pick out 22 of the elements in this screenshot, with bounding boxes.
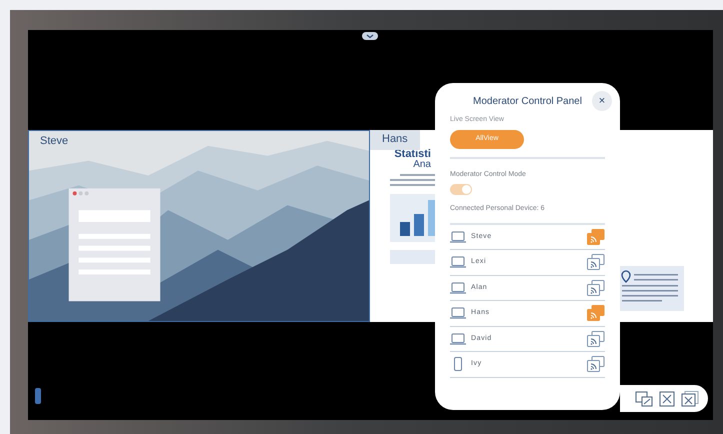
close-button[interactable]: × (592, 91, 612, 111)
chevron-down-icon[interactable] (362, 32, 378, 40)
laptop-icon (450, 307, 466, 320)
laptop-icon (450, 256, 466, 268)
cast-icon[interactable] (587, 254, 605, 270)
document-title: Statisti (394, 149, 431, 160)
laptop-icon (450, 332, 466, 345)
info-note-drawing (618, 266, 684, 311)
close-screen-icon[interactable] (659, 390, 675, 406)
laptop-icon (450, 230, 466, 243)
side-handle[interactable] (35, 388, 41, 404)
document-subtitle: Ana (413, 160, 431, 170)
cast-icon[interactable] (587, 280, 605, 296)
tile-label: Steve (40, 134, 68, 149)
panel-title: Moderator Control Panel (473, 94, 582, 108)
cast-icon[interactable] (587, 356, 605, 372)
laptop-icon (450, 282, 466, 294)
cast-icon[interactable] (587, 330, 605, 347)
screen-layout-icon[interactable] (635, 390, 653, 406)
close-all-icon[interactable] (681, 390, 699, 406)
tile-label: Hans (370, 130, 420, 150)
mode-toggle[interactable] (450, 184, 472, 195)
